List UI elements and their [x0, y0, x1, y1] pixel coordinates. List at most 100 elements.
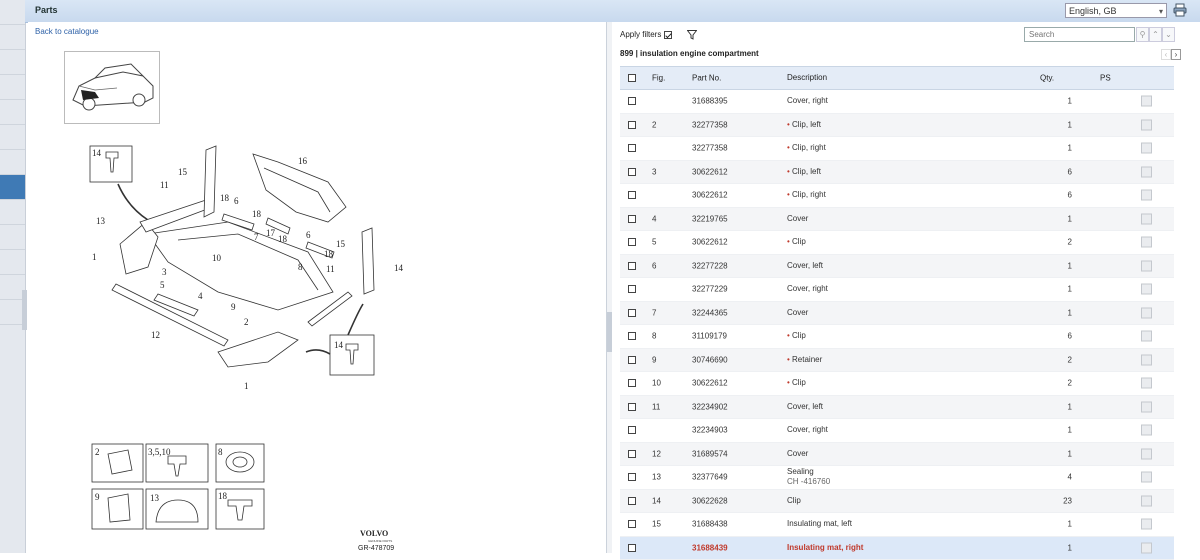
detail-label[interactable]: 18	[218, 491, 228, 501]
diagram-label[interactable]: 5	[160, 280, 165, 290]
detail-label[interactable]: 3,5,10	[148, 447, 171, 457]
diagram-label[interactable]: 1	[244, 381, 249, 391]
diagram-label[interactable]: 3	[162, 267, 167, 277]
apply-filters[interactable]: Apply filters	[620, 30, 672, 39]
row-checkbox[interactable]	[628, 97, 636, 105]
table-row[interactable]: 232277358• Clip, left1	[620, 114, 1174, 138]
diagram-label[interactable]: 11	[160, 180, 169, 190]
diagram-label[interactable]: 6	[234, 196, 239, 206]
table-row[interactable]: 1132234902Cover, left1	[620, 396, 1174, 420]
row-part-no[interactable]: 32219765	[692, 214, 728, 223]
header-part-no[interactable]: Part No.	[692, 74, 721, 83]
note-icon[interactable]	[1141, 354, 1152, 365]
row-checkbox[interactable]	[628, 309, 636, 317]
diagram-label[interactable]: 8	[298, 262, 303, 272]
language-select[interactable]: English, GB ▾	[1065, 3, 1167, 18]
table-row[interactable]: 732244365Cover1	[620, 302, 1174, 326]
diagram-label[interactable]: 14	[92, 148, 102, 158]
note-icon[interactable]	[1141, 307, 1152, 318]
table-row[interactable]: 530622612• Clip2	[620, 231, 1174, 255]
table-row[interactable]: 831109179• Clip6	[620, 325, 1174, 349]
row-checkbox[interactable]	[628, 450, 636, 458]
diagram-label[interactable]: 7	[254, 232, 259, 242]
note-icon[interactable]	[1141, 96, 1152, 107]
diagram-label[interactable]: 18	[278, 234, 288, 244]
table-row[interactable]: 30622612• Clip, right6	[620, 184, 1174, 208]
note-icon[interactable]	[1141, 260, 1152, 271]
diagram-label[interactable]: 4	[198, 291, 203, 301]
note-icon[interactable]	[1141, 143, 1152, 154]
row-part-no[interactable]: 30622628	[692, 496, 728, 505]
diagram-label[interactable]: 11	[326, 264, 335, 274]
header-fig[interactable]: Fig.	[652, 74, 665, 83]
diagram-label[interactable]: 18	[324, 249, 334, 259]
table-row[interactable]: 1231689574Cover1	[620, 443, 1174, 467]
diagram-label[interactable]: 10	[212, 253, 222, 263]
row-checkbox[interactable]	[628, 262, 636, 270]
note-icon[interactable]	[1141, 213, 1152, 224]
header-qty[interactable]: Qty.	[1040, 74, 1054, 83]
row-checkbox[interactable]	[628, 497, 636, 505]
row-checkbox[interactable]	[628, 144, 636, 152]
row-checkbox[interactable]	[628, 121, 636, 129]
table-row[interactable]: 32277358• Clip, right1	[620, 137, 1174, 161]
row-part-no[interactable]: 32234902	[692, 402, 728, 411]
note-icon[interactable]	[1141, 190, 1152, 201]
apply-filters-checkbox[interactable]	[664, 31, 672, 39]
note-icon[interactable]	[1141, 378, 1152, 389]
table-row[interactable]: 632277228Cover, left1	[620, 255, 1174, 279]
note-icon[interactable]	[1141, 331, 1152, 342]
row-checkbox[interactable]	[628, 544, 636, 552]
diagram-label[interactable]: 15	[336, 239, 346, 249]
header-description[interactable]: Description	[787, 73, 827, 83]
previous-page-button[interactable]: ‹	[1161, 49, 1171, 60]
row-part-no[interactable]: 31689574	[692, 449, 728, 458]
table-row[interactable]: 1332377649SealingCH -4167604	[620, 466, 1174, 490]
diagram-label[interactable]: 1	[92, 252, 97, 262]
nav-segment-active[interactable]	[0, 175, 25, 200]
row-part-no[interactable]: 30622612	[692, 379, 728, 388]
note-icon[interactable]	[1141, 401, 1152, 412]
detail-label[interactable]: 2	[95, 447, 100, 457]
nav-segment[interactable]	[0, 150, 25, 175]
row-checkbox[interactable]	[628, 215, 636, 223]
table-row[interactable]: 1430622628Clip23	[620, 490, 1174, 514]
diagram-label[interactable]: 17	[266, 228, 276, 238]
header-ps[interactable]: PS	[1100, 74, 1111, 83]
left-collapse-handle[interactable]	[22, 290, 27, 330]
row-part-no[interactable]: 30622612	[692, 167, 728, 176]
table-row[interactable]: 31688395Cover, right1	[620, 90, 1174, 114]
detail-label[interactable]: 13	[150, 493, 160, 503]
row-part-no[interactable]: 32277228	[692, 261, 728, 270]
row-checkbox[interactable]	[628, 285, 636, 293]
row-part-no[interactable]: 31109179	[692, 332, 727, 341]
diagram-label[interactable]: 13	[96, 216, 106, 226]
note-icon[interactable]	[1141, 472, 1152, 483]
diagram-label[interactable]: 18	[252, 209, 262, 219]
diagram-label[interactable]: 15	[178, 167, 188, 177]
nav-segment[interactable]	[0, 125, 25, 150]
table-row[interactable]: 930746690• Retainer2	[620, 349, 1174, 373]
row-checkbox[interactable]	[628, 191, 636, 199]
nav-segment[interactable]	[0, 75, 25, 100]
previous-result-icon[interactable]: ⌃	[1149, 27, 1162, 42]
table-row[interactable]: 31688439Insulating mat, right1	[620, 537, 1174, 560]
row-checkbox[interactable]	[628, 473, 636, 481]
diagram-label[interactable]: 2	[244, 317, 249, 327]
printer-icon[interactable]	[1173, 3, 1187, 17]
row-checkbox[interactable]	[628, 379, 636, 387]
detail-label[interactable]: 8	[218, 447, 223, 457]
row-part-no[interactable]: 32234903	[692, 426, 728, 435]
row-checkbox[interactable]	[628, 356, 636, 364]
note-icon[interactable]	[1141, 119, 1152, 130]
table-row[interactable]: 432219765Cover1	[620, 208, 1174, 232]
row-checkbox[interactable]	[628, 168, 636, 176]
diagram-label[interactable]: 18	[220, 193, 230, 203]
select-all-checkbox[interactable]	[628, 74, 636, 82]
row-part-no[interactable]: 32277358	[692, 120, 728, 129]
row-part-no[interactable]: 32377649	[692, 473, 728, 482]
note-icon[interactable]	[1141, 166, 1152, 177]
row-checkbox[interactable]	[628, 426, 636, 434]
note-icon[interactable]	[1141, 542, 1152, 553]
table-row[interactable]: 32277229Cover, right1	[620, 278, 1174, 302]
